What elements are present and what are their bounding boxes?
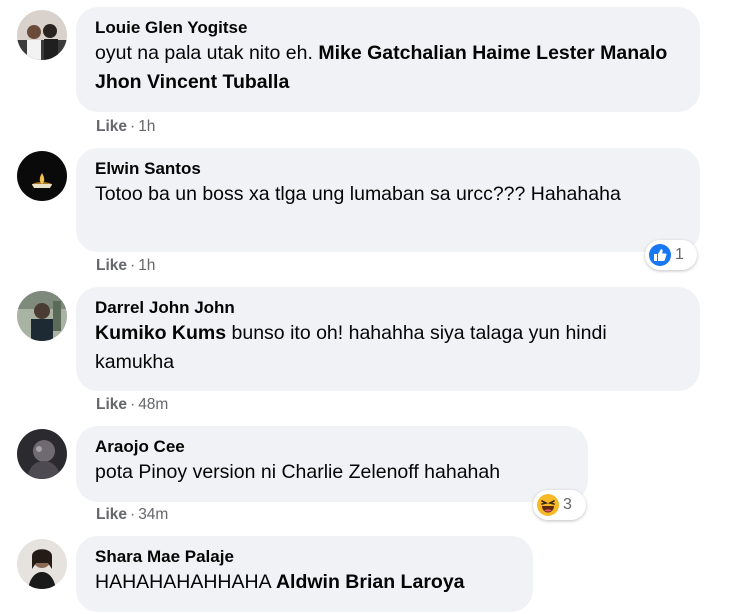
comment-actions: Like · 48m: [96, 395, 168, 415]
like-button[interactable]: Like: [96, 396, 127, 413]
avatar[interactable]: [17, 151, 67, 201]
reaction-count: 3: [563, 496, 572, 513]
separator-dot: ·: [130, 506, 136, 523]
reaction-count: 1: [675, 246, 684, 263]
comment-bubble: Shara Mae Palaje HAHAHAHAHHAHA Aldwin Br…: [76, 536, 533, 612]
separator-dot: ·: [130, 396, 136, 413]
comment-bubble: Elwin Santos Totoo ba un boss xa tlga un…: [76, 148, 700, 252]
comment-bubble: Araojo Cee pota Pinoy version ni Charlie…: [76, 426, 588, 502]
like-button[interactable]: Like: [96, 257, 127, 274]
avatar[interactable]: [17, 429, 67, 479]
like-button[interactable]: Like: [96, 506, 127, 523]
comment-actions: Like · 1h: [96, 117, 155, 137]
reaction-summary[interactable]: 1: [645, 240, 697, 270]
avatar[interactable]: [17, 10, 67, 60]
comment-author[interactable]: Darrel John John: [95, 297, 681, 319]
separator-dot: ·: [130, 118, 136, 135]
separator-dot: ·: [130, 257, 136, 274]
comment-author[interactable]: Shara Mae Palaje: [95, 546, 514, 568]
comment-actions: Like · 1h: [96, 256, 155, 276]
timestamp[interactable]: 1h: [138, 118, 155, 135]
timestamp[interactable]: 48m: [138, 396, 168, 413]
mention-link[interactable]: Kumiko Kums: [95, 322, 226, 344]
comment-text: Kumiko Kums bunso ito oh! hahahha siya t…: [95, 319, 681, 377]
mention-link[interactable]: Aldwin Brian Laroya: [276, 571, 465, 593]
like-reaction-icon: [649, 244, 671, 266]
comment-text: Totoo ba un boss xa tlga ung lumaban sa …: [95, 183, 621, 205]
comment-text-segment: HAHAHAHAHHAHA: [95, 571, 276, 593]
comment-text: pota Pinoy version ni Charlie Zelenoff h…: [95, 461, 501, 483]
comment-bubble: Darrel John John Kumiko Kums bunso ito o…: [76, 287, 700, 391]
comment-author[interactable]: Louie Glen Yogitse: [95, 17, 681, 39]
like-button[interactable]: Like: [96, 118, 127, 135]
comment-author[interactable]: Elwin Santos: [95, 158, 681, 180]
comment-actions: Like · 34m: [96, 505, 168, 525]
comment-author[interactable]: Araojo Cee: [95, 436, 569, 458]
avatar[interactable]: [17, 539, 67, 589]
comment-bubble: Louie Glen Yogitse oyut na pala utak nit…: [76, 7, 700, 112]
haha-reaction-icon: [537, 494, 559, 516]
timestamp[interactable]: 34m: [138, 506, 168, 523]
timestamp[interactable]: 1h: [138, 257, 155, 274]
comment-text-segment: oyut na pala utak nito eh.: [95, 42, 319, 64]
avatar[interactable]: [17, 291, 67, 341]
reaction-summary[interactable]: 3: [533, 490, 586, 520]
comment-text: oyut na pala utak nito eh. Mike Gatchali…: [95, 39, 681, 97]
comment-text: HAHAHAHAHHAHA Aldwin Brian Laroya: [95, 568, 514, 597]
